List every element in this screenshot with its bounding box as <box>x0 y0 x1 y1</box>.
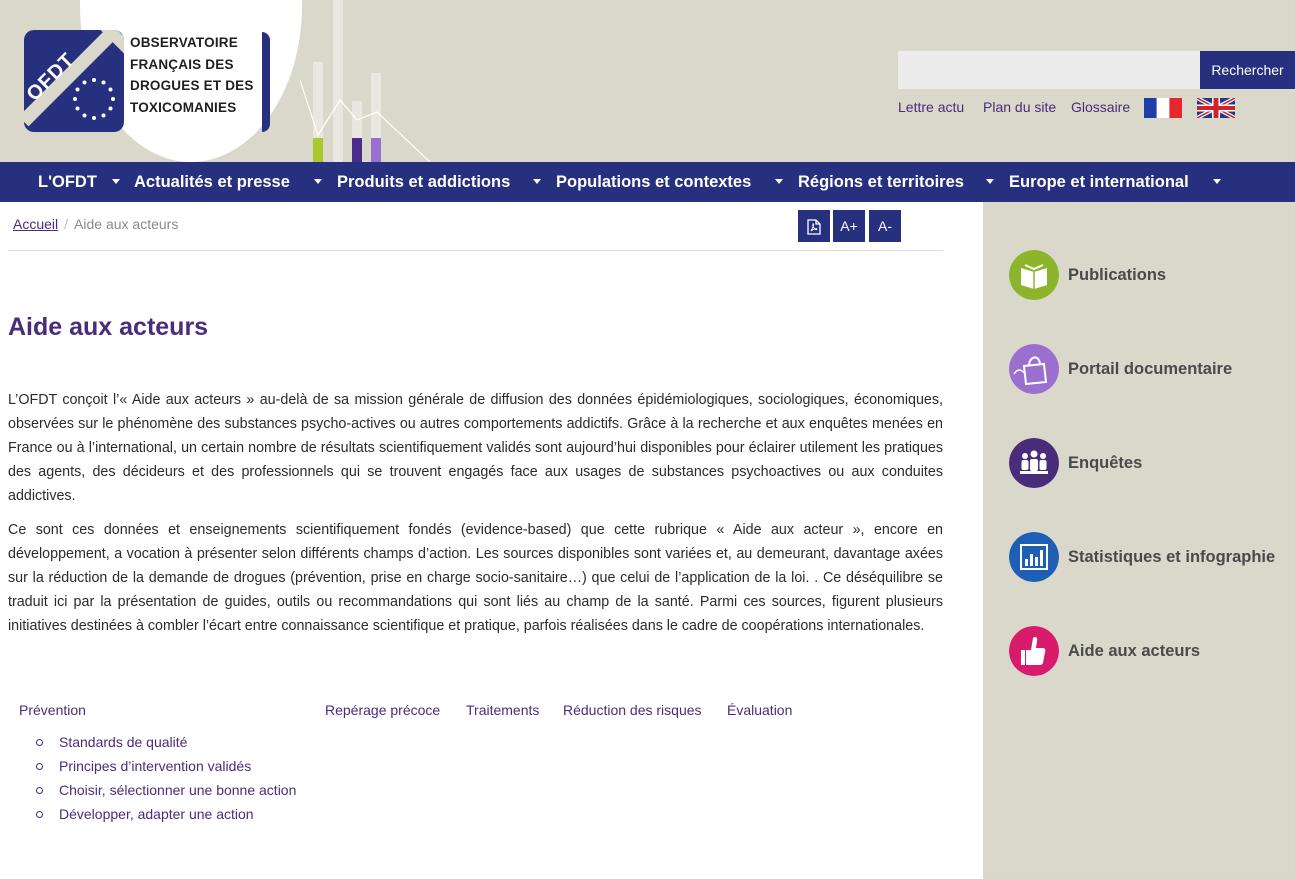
people-icon <box>1009 438 1059 488</box>
book-icon <box>1009 250 1059 300</box>
logo-line: TOXICOMANIES <box>130 99 237 115</box>
logo-line: DROGUES ET DES <box>130 78 254 93</box>
nav-item-produits[interactable]: Produits et addictions <box>337 162 510 202</box>
logo-line: OBSERVATOIRE <box>130 35 238 50</box>
tab-evaluation[interactable]: Évaluation <box>727 702 792 718</box>
pdf-icon <box>807 219 821 235</box>
body-paragraph: Ce sont ces données et enseignements sci… <box>8 522 943 634</box>
tab-reduction-des-risques[interactable]: Réduction des risques <box>563 702 702 718</box>
submenu-item[interactable]: Développer, adapter une action <box>36 802 296 826</box>
tab-reperage-precoce[interactable]: Repérage précoce <box>325 702 440 718</box>
breadcrumb-home-link[interactable]: Accueil <box>13 216 58 232</box>
thumbs-up-icon <box>1009 626 1059 676</box>
intro-paragraph: L’OFDT conçoit l’« Aide aux acteurs » au… <box>8 392 943 504</box>
logo-mark: OFDT <box>24 30 124 132</box>
breadcrumb-current: Aide aux acteurs <box>74 216 179 232</box>
sitemap-link[interactable]: Plan du site <box>983 99 1056 115</box>
nav-item-regions[interactable]: Régions et territoires <box>798 162 964 202</box>
site-header: OFDT OBSERVATOIRE FRANÇAIS DES DROGUES E… <box>0 0 1295 162</box>
sidebar-item-label: Publications <box>1068 266 1167 284</box>
newsletter-link[interactable]: Lettre actu <box>898 99 964 115</box>
sidebar: Publications Portail documentaire Enquêt… <box>983 202 1295 879</box>
submenu-item[interactable]: Standards de qualité <box>36 730 296 754</box>
sidebar-item-label: Enquêtes <box>1068 454 1143 472</box>
chevron-down-icon[interactable] <box>112 179 120 184</box>
search-input[interactable] <box>898 51 1200 89</box>
increase-font-button[interactable]: A+ <box>833 210 865 242</box>
chevron-down-icon[interactable] <box>986 179 994 184</box>
tab-traitements[interactable]: Traitements <box>466 702 539 718</box>
chevron-down-icon[interactable] <box>775 179 783 184</box>
decrease-font-button[interactable]: A- <box>869 210 901 242</box>
page-title: Aide aux acteurs <box>8 313 209 341</box>
submenu-item[interactable]: Principes d’intervention validés <box>36 754 296 778</box>
uk-flag-icon[interactable] <box>1197 98 1235 118</box>
nav-item-europe[interactable]: Europe et international <box>1009 162 1189 202</box>
submenu-item[interactable]: Choisir, sélectionner une bonne action <box>36 778 296 802</box>
chevron-down-icon[interactable] <box>533 179 541 184</box>
prevention-submenu: Standards de qualité Principes d’interve… <box>36 730 296 826</box>
chevron-down-icon[interactable] <box>314 179 322 184</box>
breadcrumb-separator: / <box>64 216 69 232</box>
main-nav: L'OFDT Actualités et presse Produits et … <box>0 162 1295 202</box>
logo-line: FRANÇAIS DES <box>130 56 234 72</box>
tab-prevention[interactable]: Prévention <box>19 702 86 718</box>
ofdt-logo[interactable]: OFDT OBSERVATOIRE FRANÇAIS DES DROGUES E… <box>24 30 270 132</box>
nav-item-ofdt[interactable]: L'OFDT <box>38 162 97 202</box>
sidebar-item-label: Portail documentaire <box>1068 360 1233 378</box>
eu-stars-icon <box>73 78 115 120</box>
divider <box>8 250 943 251</box>
pdf-button[interactable] <box>798 210 830 242</box>
logo-wordmark: OBSERVATOIRE FRANÇAIS DES DROGUES ET DES… <box>130 32 270 132</box>
chevron-down-icon[interactable] <box>1213 179 1221 184</box>
sidebar-item-label: Aide aux acteurs <box>1068 642 1201 660</box>
glossary-link[interactable]: Glossaire <box>1071 99 1130 115</box>
france-flag-icon[interactable] <box>1144 98 1182 118</box>
header-bars-decoration <box>300 0 431 162</box>
search-button[interactable]: Rechercher <box>1200 51 1295 89</box>
breadcrumb: Accueil / Aide aux acteurs <box>13 216 178 232</box>
nav-item-populations[interactable]: Populations et contextes <box>556 162 751 202</box>
sidebar-item-label: Statistiques et infographie <box>1068 548 1276 566</box>
nav-item-actualites[interactable]: Actualités et presse <box>134 162 290 202</box>
bar-chart-icon <box>1009 532 1059 582</box>
bag-icon <box>1009 344 1059 394</box>
